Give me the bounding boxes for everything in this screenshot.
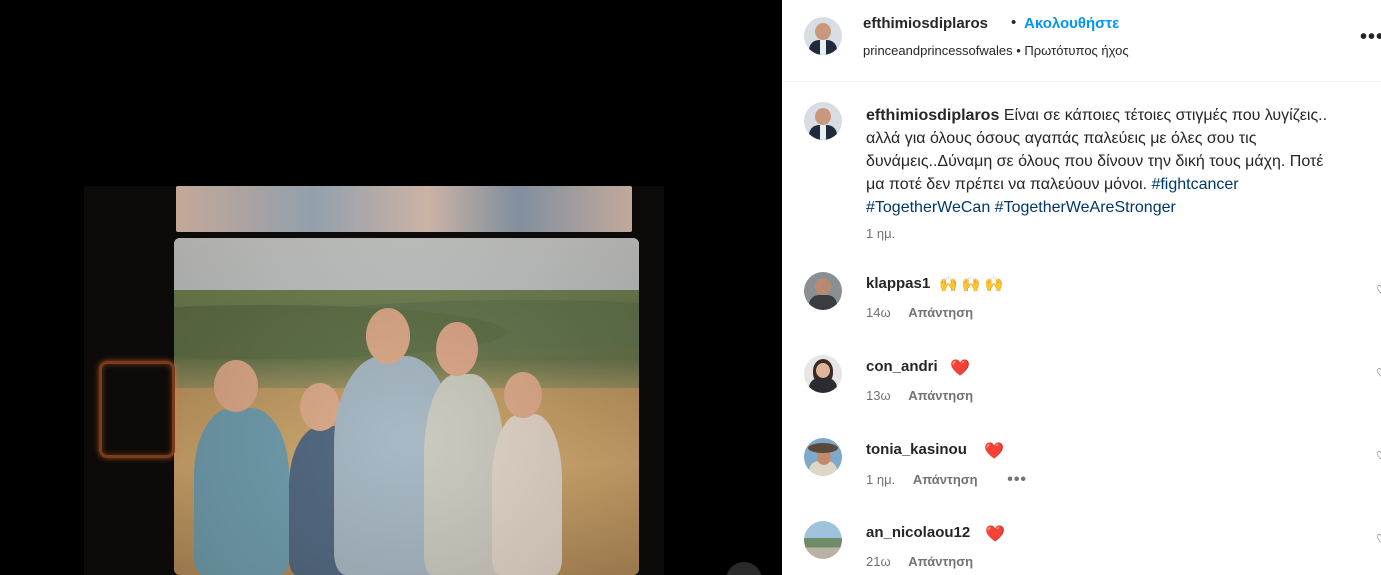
more-options-icon[interactable]: ••• [1360, 26, 1381, 49]
comment-time[interactable]: 21ω [866, 554, 891, 569]
reply-button[interactable]: Απάντηση [908, 305, 973, 320]
caption-timestamp[interactable]: 1 ημ. [866, 226, 895, 241]
header-separator: • [1011, 14, 1017, 31]
comment-time[interactable]: 14ω [866, 305, 891, 320]
comment-username[interactable]: con_andri [866, 358, 938, 375]
heart-outline-icon[interactable]: ♡ [1376, 449, 1381, 463]
reply-button[interactable]: Απάντηση [908, 388, 973, 403]
comment-item: klappas1 🙌 🙌 🙌 14ω Απάντηση ♡ [782, 275, 1381, 345]
comment-item: an_nicolaou12 ❤️ 21ω Απάντηση ♡ [782, 524, 1381, 575]
comment-text: ❤️ [984, 443, 1004, 460]
comment-meta: 13ω Απάντηση [866, 388, 973, 403]
reply-button[interactable]: Απάντηση [913, 472, 978, 487]
comment-meta: 21ω Απάντηση [866, 554, 973, 569]
comment-username[interactable]: tonia_kasinou [866, 441, 967, 458]
heart-outline-icon[interactable]: ♡ [1376, 532, 1381, 546]
comment-more-icon[interactable]: ••• [1007, 471, 1027, 488]
comment-time[interactable]: 1 ημ. [866, 472, 895, 487]
author-avatar[interactable] [804, 17, 842, 55]
caption-username[interactable]: efthimiosdiplaros [866, 107, 999, 124]
follow-button[interactable]: Ακολουθήστε [1024, 15, 1119, 32]
video-film-overlay [174, 238, 639, 575]
comment-item: con_andri ❤️ 13ω Απάντηση ♡ [782, 358, 1381, 428]
film-frame-previous [176, 186, 632, 232]
author-username[interactable]: efthimiosdiplaros [863, 15, 988, 32]
comment-text: 🙌 🙌 🙌 [939, 276, 1004, 293]
film-sprocket-hole [99, 361, 175, 458]
comment-meta: 1 ημ. Απάντηση ••• [866, 471, 1027, 489]
comment-meta: 14ω Απάντηση [866, 305, 973, 320]
comment-username[interactable]: klappas1 [866, 275, 930, 292]
caption-author-avatar[interactable] [804, 102, 842, 140]
heart-outline-icon[interactable]: ♡ [1376, 283, 1381, 297]
reply-button[interactable]: Απάντηση [908, 554, 973, 569]
comment-text: ❤️ [985, 526, 1005, 543]
post-media[interactable] [0, 0, 782, 575]
post-video-frame[interactable] [174, 238, 639, 575]
comment-username[interactable]: an_nicolaou12 [866, 524, 970, 541]
heart-outline-icon[interactable]: ♡ [1376, 366, 1381, 380]
comment-text: ❤️ [950, 360, 970, 377]
comment-item: tonia_kasinou ❤️ 1 ημ. Απάντηση ••• ♡ [782, 441, 1381, 511]
post-caption: efthimiosdiplaros Είναι σε κάποιες τέτοι… [866, 104, 1336, 219]
audio-attribution[interactable]: princeandprincessofwales • Πρωτότυπος ήχ… [863, 43, 1129, 58]
post-header: efthimiosdiplaros • Ακολουθήστε princean… [782, 0, 1381, 82]
next-media-button[interactable] [726, 562, 762, 575]
post-details-panel: efthimiosdiplaros • Ακολουθήστε princean… [782, 0, 1381, 575]
comment-time[interactable]: 13ω [866, 388, 891, 403]
